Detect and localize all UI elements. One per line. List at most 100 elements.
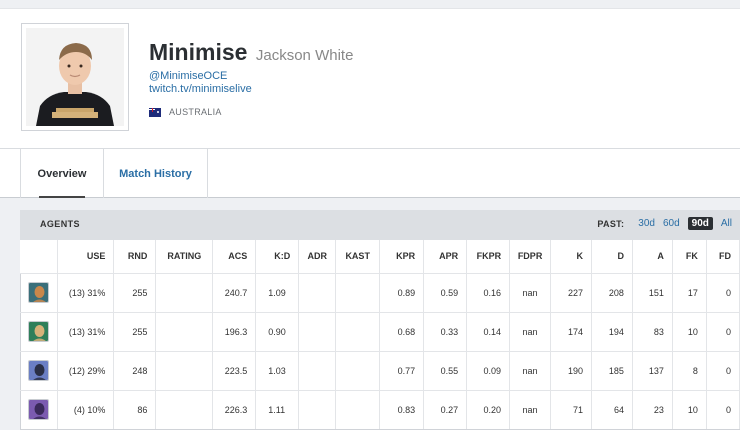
cell-use: (4) 10%	[57, 389, 115, 429]
cell-kast	[335, 389, 381, 429]
cell-a: 23	[632, 389, 673, 429]
table-row: (4) 10% 86 226.3 1.11 0.83 0.27 0.20 nan 71 64 23 1…	[20, 389, 740, 429]
col-a[interactable]: A	[632, 240, 673, 273]
past-filter: PAST: 30d 60d 90d All	[597, 217, 732, 230]
agent-cell	[20, 389, 59, 429]
col-fkpr[interactable]: FKPR	[466, 240, 511, 273]
cell-apr: 0.55	[423, 350, 468, 390]
cell-fkpr: 0.14	[466, 311, 511, 351]
player-name: Minimise	[149, 39, 248, 65]
cell-kd: 1.11	[255, 389, 300, 429]
cell-k: 71	[550, 389, 592, 429]
cell-apr: 0.59	[423, 272, 468, 312]
col-d[interactable]: D	[591, 240, 633, 273]
cell-d: 185	[591, 350, 633, 390]
past-option-60d[interactable]: 60d	[663, 218, 680, 229]
name-line: Minimise Jackson White	[149, 39, 353, 66]
agents-title: AGENTS	[40, 219, 80, 229]
tab-overview[interactable]: Overview	[20, 149, 104, 198]
agent-icon-4	[28, 399, 50, 421]
cell-kd: 1.03	[255, 350, 300, 390]
player-avatar	[21, 23, 129, 131]
cell-fd: 0	[706, 389, 740, 429]
cell-kast	[335, 311, 381, 351]
cell-fd: 0	[706, 350, 740, 390]
col-agent	[20, 240, 59, 273]
past-label: PAST:	[597, 218, 625, 229]
cell-fk: 10	[672, 311, 707, 351]
country-name: AUSTRALIA	[169, 107, 222, 117]
col-rating[interactable]: RATING	[155, 240, 214, 273]
agent-icon-2	[28, 321, 50, 342]
past-option-30d[interactable]: 30d	[638, 218, 655, 229]
cell-fd: 0	[706, 311, 740, 351]
cell-fdpr: nan	[509, 350, 552, 390]
cell-kpr: 0.68	[379, 311, 425, 351]
past-option-all[interactable]: All	[721, 218, 732, 229]
player-photo	[26, 28, 124, 126]
agent-cell	[20, 272, 59, 312]
agent-icon-1	[28, 282, 50, 303]
col-adr[interactable]: ADR	[298, 240, 337, 273]
cell-adr	[298, 389, 337, 429]
top-strip	[0, 0, 740, 8]
col-k[interactable]: K	[550, 240, 592, 273]
cell-rnd: 248	[113, 350, 157, 390]
cell-apr: 0.27	[423, 389, 468, 429]
past-option-90d[interactable]: 90d	[687, 217, 713, 230]
cell-d: 194	[591, 311, 633, 351]
table-row: (13) 31% 255 240.7 1.09 0.89 0.59 0.16 nan 227 20…	[20, 272, 740, 312]
table-row: (13) 31% 255 196.3 0.90 0.68 0.33 0.14 nan 174 19…	[20, 311, 740, 351]
twitch-link[interactable]: twitch.tv/minimiselive	[149, 83, 252, 95]
cell-fkpr: 0.16	[466, 272, 511, 312]
cell-fd: 0	[706, 272, 740, 312]
cell-rating	[155, 350, 214, 390]
cell-d: 64	[591, 389, 633, 429]
col-kd[interactable]: K:D	[255, 240, 300, 273]
col-fk[interactable]: FK	[672, 240, 707, 273]
col-apr[interactable]: APR	[423, 240, 468, 273]
player-profile-header: Minimise Jackson White @MinimiseOCE twit…	[0, 8, 740, 149]
twitter-handle-link[interactable]: @MinimiseOCE	[149, 70, 227, 82]
cell-fkpr: 0.09	[466, 350, 511, 390]
table-header-row: USE RND RATING ACS K:D ADR KAST KPR APR …	[20, 240, 740, 273]
col-use[interactable]: USE	[57, 240, 115, 273]
cell-kd: 1.09	[255, 272, 300, 312]
cell-acs: 240.7	[212, 272, 257, 312]
col-rnd[interactable]: RND	[113, 240, 157, 273]
cell-acs: 223.5	[212, 350, 257, 390]
cell-use: (13) 31%	[57, 272, 115, 312]
cell-adr	[298, 272, 337, 312]
cell-k: 190	[550, 350, 592, 390]
cell-fdpr: nan	[509, 272, 552, 312]
cell-use: (12) 29%	[57, 350, 115, 390]
col-acs[interactable]: ACS	[212, 240, 257, 273]
cell-rnd: 255	[113, 272, 157, 312]
player-real-name: Jackson White	[255, 47, 354, 64]
cell-fk: 10	[672, 389, 707, 429]
col-fd[interactable]: FD	[706, 240, 740, 273]
cell-a: 151	[632, 272, 673, 312]
cell-kpr: 0.77	[379, 350, 425, 390]
cell-d: 208	[591, 272, 633, 312]
australia-flag-icon	[149, 107, 161, 117]
table-row: (12) 29% 248 223.5 1.03 0.77 0.55 0.09 nan 190 18…	[20, 350, 740, 390]
cell-rating	[155, 389, 214, 429]
cell-fk: 8	[672, 350, 707, 390]
cell-kast	[335, 350, 381, 390]
cell-kpr: 0.83	[379, 389, 425, 429]
col-kpr[interactable]: KPR	[379, 240, 425, 273]
cell-use: (13) 31%	[57, 311, 115, 351]
tab-match-history[interactable]: Match History	[104, 149, 208, 198]
col-fdpr[interactable]: FDPR	[509, 240, 552, 273]
cell-fdpr: nan	[509, 311, 552, 351]
cell-kd: 0.90	[255, 311, 300, 351]
cell-a: 137	[632, 350, 673, 390]
agents-card-header: AGENTS PAST: 30d 60d 90d All	[20, 210, 740, 240]
col-kast[interactable]: KAST	[335, 240, 381, 273]
cell-fkpr: 0.20	[466, 389, 511, 429]
cell-k: 227	[550, 272, 592, 312]
agent-cell	[20, 311, 59, 351]
cell-rnd: 86	[113, 389, 157, 429]
cell-kpr: 0.89	[379, 272, 425, 312]
